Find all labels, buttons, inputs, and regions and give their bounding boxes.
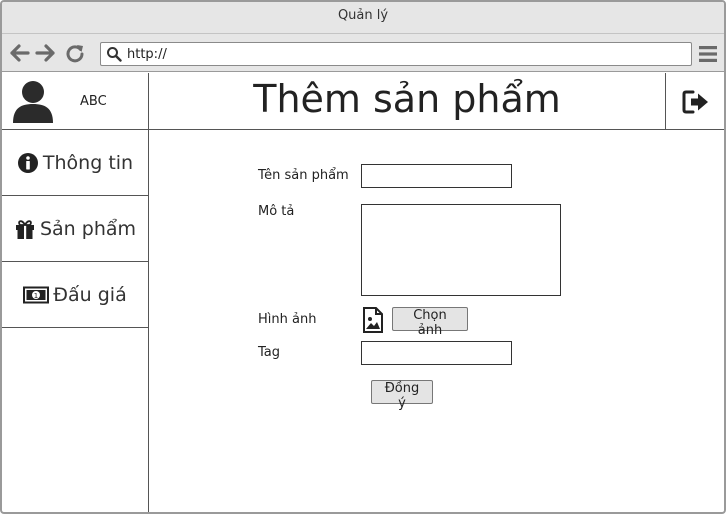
description-label: Mô tả: [258, 204, 295, 219]
sign-out-icon: [682, 90, 708, 114]
image-file-icon: [362, 307, 384, 333]
user-avatar-icon: [12, 79, 54, 123]
tag-label: Tag: [258, 345, 281, 360]
svg-text:1: 1: [34, 292, 38, 300]
forward-arrow-icon[interactable]: [35, 43, 55, 63]
sidebar: ABC Thông tin Sản phẩm 1 Đấu giá: [2, 73, 149, 512]
sidebar-item-label: Thông tin: [42, 151, 134, 174]
tag-field[interactable]: [361, 341, 512, 365]
browser-window: Quản lý ABC: [0, 0, 726, 514]
sidebar-item-thong-tin[interactable]: Thông tin: [2, 130, 148, 196]
sidebar-item-label: Sản phẩm: [39, 217, 137, 240]
choose-image-button[interactable]: Chọn ảnh: [392, 307, 468, 338]
search-icon: [106, 46, 122, 62]
image-label: Hình ảnh: [258, 312, 317, 327]
url-input[interactable]: [127, 45, 687, 63]
browser-navbar: [2, 34, 724, 72]
product-name-field[interactable]: [361, 164, 512, 188]
logout-button[interactable]: [665, 73, 724, 129]
sidebar-item-san-pham[interactable]: Sản phẩm: [2, 196, 148, 262]
user-name: ABC: [80, 94, 107, 109]
submit-button[interactable]: Đồng ý: [371, 380, 433, 411]
gift-icon: [14, 218, 36, 240]
page-header: Thêm sản phẩm: [149, 73, 724, 130]
description-field[interactable]: [361, 204, 561, 296]
user-panel: ABC: [2, 73, 148, 130]
product-name-label: Tên sản phẩm: [258, 168, 349, 183]
money-icon: 1: [23, 286, 50, 304]
info-icon: [17, 152, 39, 174]
hamburger-menu-icon[interactable]: [699, 45, 717, 63]
sidebar-item-dau-gia[interactable]: 1 Đấu giá: [2, 262, 148, 328]
reload-icon[interactable]: [65, 43, 85, 63]
window-title: Quản lý: [2, 2, 724, 34]
url-bar[interactable]: [100, 42, 692, 66]
back-arrow-icon[interactable]: [10, 43, 30, 63]
page-title: Thêm sản phẩm: [253, 77, 561, 121]
sidebar-item-label: Đấu giá: [53, 283, 127, 306]
